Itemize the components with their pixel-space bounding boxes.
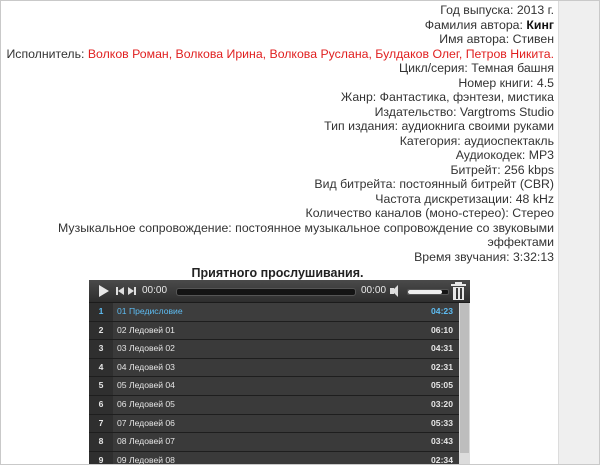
track-title: 04 Ледовей 03 (117, 361, 175, 372)
track-title: 05 Ледовей 04 (117, 380, 175, 391)
track-title: 06 Ледовей 05 (117, 398, 175, 409)
info-music: Музыкальное сопровождение: постоянное му… (58, 220, 554, 250)
track-title: 02 Ледовей 01 (117, 324, 175, 335)
seek-bar[interactable] (176, 288, 356, 296)
track-duration: 05:33 (431, 417, 453, 428)
info-edition-type: Тип издания: аудиокнига своими руками (324, 119, 554, 133)
info-category: Категория: аудиоспектакль (399, 133, 554, 148)
playlist-track[interactable]: 3 03 Ледовей 02 04:31 (89, 340, 459, 359)
playlist-track[interactable]: 2 02 Ледовей 01 06:10 (89, 321, 459, 341)
track-title: 09 Ледовей 08 (117, 454, 175, 465)
trash-icon[interactable] (450, 282, 467, 301)
track-number: 4 (89, 358, 113, 377)
duration-time: 00:00 (361, 285, 387, 296)
playlist: 1 01 Предисловие 04:23 2 02 Ледовей 01 0… (89, 303, 459, 465)
info-year: Год выпуска: 2013 г. (440, 3, 554, 17)
track-number: 9 (89, 451, 113, 464)
info-author-surname: Фамилия автора: Кинг (424, 17, 554, 32)
track-duration: 03:20 (431, 398, 453, 409)
audio-player: 00:00 00:00 1 01 Предисловие 04:23 2 02 … (89, 280, 470, 465)
playlist-track[interactable]: 7 07 Ледовей 06 05:33 (89, 414, 459, 434)
info-bitrate-type: Вид битрейта: постоянный битрейт (CBR) (314, 177, 554, 191)
track-number: 6 (89, 395, 113, 414)
info-duration: Время звучания: 3:32:13 (414, 249, 554, 264)
playlist-scrollbar[interactable] (459, 303, 470, 464)
info-channels: Количество каналов (моно-стерео): Стерео (305, 206, 554, 220)
track-title: 01 Предисловие (117, 306, 183, 316)
volume-level (408, 290, 442, 294)
track-duration: 04:23 (431, 306, 453, 316)
track-duration: 05:05 (431, 380, 453, 391)
info-performer: Исполнитель: Волков Роман, Волкова Ирина… (6, 46, 554, 61)
track-duration: 03:43 (431, 436, 453, 447)
track-number: 3 (89, 340, 113, 358)
right-sidebar (558, 1, 599, 464)
track-title: 07 Ледовей 06 (117, 417, 175, 428)
book-info: Год выпуска: 2013 г. Фамилия автора: Кин… (1, 3, 554, 264)
playlist-track[interactable]: 1 01 Предисловие 04:23 (89, 303, 459, 322)
track-title: 03 Ледовей 02 (117, 343, 175, 354)
playlist-track[interactable]: 4 04 Ледовей 03 02:31 (89, 358, 459, 378)
greeting-text: Приятного прослушивания. (191, 266, 364, 280)
track-duration: 04:31 (431, 343, 453, 354)
info-sample-rate: Частота дискретизации: 48 kHz (375, 191, 554, 206)
volume-slider[interactable] (407, 289, 449, 295)
play-icon[interactable] (97, 280, 109, 302)
info-publisher: Издательство: Vargtroms Studio (374, 104, 554, 119)
playlist-track[interactable]: 9 09 Ледовей 08 02:34 (89, 451, 459, 465)
next-track-icon[interactable] (127, 280, 137, 302)
info-author-name: Имя автора: Стивен (439, 32, 554, 46)
track-number: 5 (89, 377, 113, 395)
playlist-track[interactable]: 8 08 Ледовей 07 03:43 (89, 433, 459, 452)
volume-icon[interactable] (389, 280, 403, 302)
current-time: 00:00 (142, 285, 168, 296)
info-genre: Жанр: Фантастика, фэнтези, мистика (340, 90, 554, 104)
track-number: 8 (89, 433, 113, 451)
info-codec: Аудиокодек: MP3 (455, 148, 554, 162)
track-title: 08 Ледовей 07 (117, 436, 175, 447)
playlist-track[interactable]: 5 05 Ледовей 04 05:05 (89, 377, 459, 396)
info-book-number: Номер книги: 4.5 (458, 75, 554, 90)
track-duration: 06:10 (431, 324, 453, 335)
track-number: 1 (89, 303, 113, 321)
previous-track-icon[interactable] (115, 280, 125, 302)
track-number: 2 (89, 321, 113, 340)
track-duration: 02:34 (431, 454, 453, 465)
track-duration: 02:31 (431, 361, 453, 372)
info-series: Цикл/серия: Темная башня (398, 61, 554, 75)
player-controls: 00:00 00:00 (89, 280, 470, 303)
page-frame: Год выпуска: 2013 г. Фамилия автора: Кин… (0, 0, 600, 465)
playlist-track[interactable]: 6 06 Ледовей 05 03:20 (89, 395, 459, 415)
info-bitrate: Битрейт: 256 kbps (450, 162, 554, 177)
track-number: 7 (89, 414, 113, 433)
scrollbar-thumb[interactable] (460, 303, 469, 453)
